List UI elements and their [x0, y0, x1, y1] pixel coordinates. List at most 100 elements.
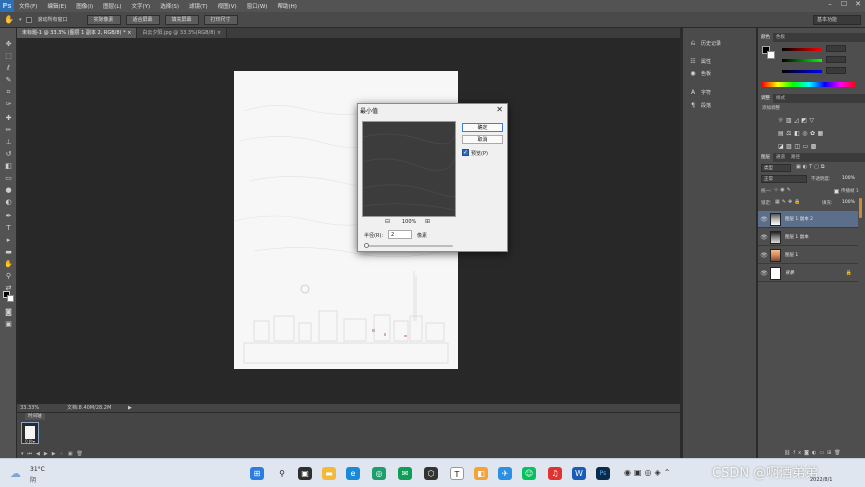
unify-style-icon[interactable]: ✎ — [787, 187, 793, 193]
lasso-tool-icon[interactable]: ℓ — [3, 64, 14, 73]
blue-value-field[interactable] — [826, 67, 846, 74]
netease-music-icon[interactable]: ♫ — [548, 467, 562, 480]
delete-layer-icon[interactable]: 🗑 — [834, 450, 843, 456]
menu-window[interactable]: 窗口(W) — [242, 2, 273, 10]
timeline-frame-1[interactable]: 0 秒▾ — [21, 422, 39, 444]
preset-dropdown-icon[interactable]: ▾ — [19, 17, 22, 23]
edge-browser-icon[interactable]: e — [346, 467, 360, 480]
tab-paths[interactable]: 路径 — [788, 153, 803, 162]
history-panel-button[interactable]: ⎌ 历史记录 — [689, 40, 721, 47]
marquee-tool-icon[interactable]: ⬚ — [3, 52, 14, 61]
timeline-tab[interactable]: 时间轴 — [25, 413, 45, 420]
healing-brush-tool-icon[interactable]: ✚ — [3, 114, 14, 123]
fit-screen-button[interactable]: 适合屏幕 — [125, 14, 160, 25]
duplicate-frame-icon[interactable]: ▣ — [68, 451, 77, 457]
layer-name[interactable]: 图层 1 — [785, 252, 798, 258]
search-icon[interactable]: ⚲ — [275, 467, 289, 480]
menu-filter[interactable]: 滤镜(T) — [184, 2, 213, 10]
screen-mode-icon[interactable]: ▣ — [3, 320, 14, 329]
hand-tool-icon[interactable]: ✋ — [3, 260, 14, 269]
workspace-select[interactable]: 基本功能 — [813, 15, 861, 25]
tray-app-1-icon[interactable]: ◉ — [624, 468, 634, 477]
feishu-icon[interactable]: ✈ — [498, 467, 512, 480]
brightness-icon[interactable]: ☼ — [778, 117, 786, 124]
actual-pixels-button[interactable]: 实际像素 — [86, 14, 121, 25]
blue-slider[interactable] — [782, 70, 822, 73]
quick-select-tool-icon[interactable]: ✎ — [3, 76, 14, 85]
zoom-tool-icon[interactable]: ⚲ — [3, 272, 14, 281]
scroll-all-checkbox[interactable] — [26, 16, 33, 23]
visibility-eye-icon[interactable]: 👁 — [758, 216, 770, 223]
menu-view[interactable]: 视图(V) — [213, 2, 242, 10]
taskbar-date[interactable]: 2022/8/1 — [810, 477, 832, 483]
layer-filter-select[interactable]: 类型 — [761, 164, 791, 172]
layer-row[interactable]: 👁 图层 1 副本 — [758, 229, 858, 246]
opacity-value[interactable]: 100% — [842, 176, 855, 181]
crop-tool-icon[interactable]: ⌗ — [3, 88, 14, 97]
type-tool-icon[interactable]: T — [3, 224, 14, 233]
next-frame-icon[interactable]: ▶ — [52, 451, 60, 457]
selective-color-icon[interactable]: ▩ — [811, 143, 819, 150]
menu-edit[interactable]: 编辑(E) — [42, 2, 71, 10]
lock-all-icon[interactable]: 🔒 — [794, 199, 802, 205]
bw-icon[interactable]: ◧ — [794, 130, 802, 137]
edge-dev-icon[interactable]: ◎ — [372, 467, 386, 480]
invert-icon[interactable]: ◪ — [778, 143, 786, 150]
maximize-button[interactable]: ☐ — [837, 0, 851, 8]
menu-layer[interactable]: 图层(L) — [98, 2, 126, 10]
shape-filter-icon[interactable]: ▢ — [814, 164, 821, 170]
visibility-eye-icon[interactable]: 👁 — [758, 234, 770, 241]
dodge-tool-icon[interactable]: ◐ — [3, 198, 14, 207]
layers-scrollbar[interactable] — [859, 198, 862, 218]
menu-image[interactable]: 图像(I) — [71, 2, 98, 10]
tab-styles[interactable]: 样式 — [773, 94, 788, 103]
tab-untitled-1[interactable]: 未标题-1 @ 33.3% (图层 1 副本 2, RGB/8) * × — [17, 28, 138, 38]
blur-tool-icon[interactable]: ● — [3, 186, 14, 195]
tab-layers[interactable]: 图层 — [758, 153, 773, 162]
ok-button[interactable]: 确定 — [462, 123, 503, 132]
quick-mask-icon[interactable]: ◙ — [3, 308, 14, 317]
photoshop-taskbar-icon[interactable]: Ps — [596, 467, 610, 480]
mixer-icon[interactable]: ✿ — [810, 130, 818, 137]
layer-row[interactable]: 👁 背景 🔒 — [758, 265, 858, 282]
dialog-close-button[interactable]: ✕ — [496, 105, 503, 114]
radius-slider-thumb[interactable] — [363, 243, 369, 248]
tab-sunset-jpg[interactable]: 白云夕阳.jpg @ 33.3%(RGB/8) × — [137, 28, 228, 38]
properties-panel-button[interactable]: ☷ 属性 — [689, 58, 711, 65]
paragraph-panel-button[interactable]: ¶ 段落 — [689, 102, 711, 109]
tab-close-icon[interactable]: × — [217, 30, 221, 36]
weather-cloud-icon[interactable]: ☁ — [10, 467, 21, 480]
notepad-app-icon[interactable]: T — [450, 467, 464, 480]
radius-slider-track[interactable] — [364, 245, 453, 247]
cancel-button[interactable]: 取消 — [462, 135, 503, 144]
play-icon[interactable]: ▶ — [44, 451, 52, 457]
propagate-frame-checkbox[interactable] — [834, 189, 839, 194]
gradient-map-icon[interactable]: ▭ — [803, 143, 811, 150]
file-explorer-icon[interactable]: ▬ — [322, 467, 336, 480]
mask-icon[interactable]: ◙ — [804, 450, 812, 456]
swatches-panel-button[interactable]: ◉ 色板 — [689, 70, 711, 77]
menu-help[interactable]: 帮助(H) — [272, 2, 301, 10]
menu-type[interactable]: 文字(Y) — [127, 2, 156, 10]
blend-mode-select[interactable]: 正常 — [761, 175, 807, 183]
layer-name[interactable]: 图层 1 副本 2 — [785, 216, 813, 222]
tray-app-2-icon[interactable]: ▣ — [634, 468, 645, 477]
clone-stamp-tool-icon[interactable]: ⊥ — [3, 138, 14, 147]
filter-preview[interactable] — [362, 121, 459, 217]
green-value-field[interactable] — [826, 56, 846, 63]
red-slider[interactable] — [782, 48, 822, 51]
lock-transparent-icon[interactable]: ▦ — [775, 199, 782, 205]
tween-icon[interactable]: ⁘ — [60, 451, 68, 457]
tab-channels[interactable]: 通道 — [773, 153, 788, 162]
visibility-eye-icon[interactable]: 👁 — [758, 270, 770, 277]
eraser-tool-icon[interactable]: ◧ — [3, 162, 14, 171]
store-icon[interactable]: ✉ — [398, 467, 412, 480]
shape-tool-icon[interactable]: ▬ — [3, 248, 14, 257]
tray-app-4-icon[interactable]: ◈ — [655, 468, 664, 477]
layer-row[interactable]: 👁 图层 1 — [758, 247, 858, 264]
weather-temp[interactable]: 31°C — [30, 466, 45, 473]
history-brush-tool-icon[interactable]: ↺ — [3, 150, 14, 159]
menu-file[interactable]: 文件(F) — [14, 2, 42, 10]
wechat-icon[interactable]: ☺ — [522, 467, 536, 480]
close-window-button[interactable]: ✕ — [851, 0, 865, 8]
